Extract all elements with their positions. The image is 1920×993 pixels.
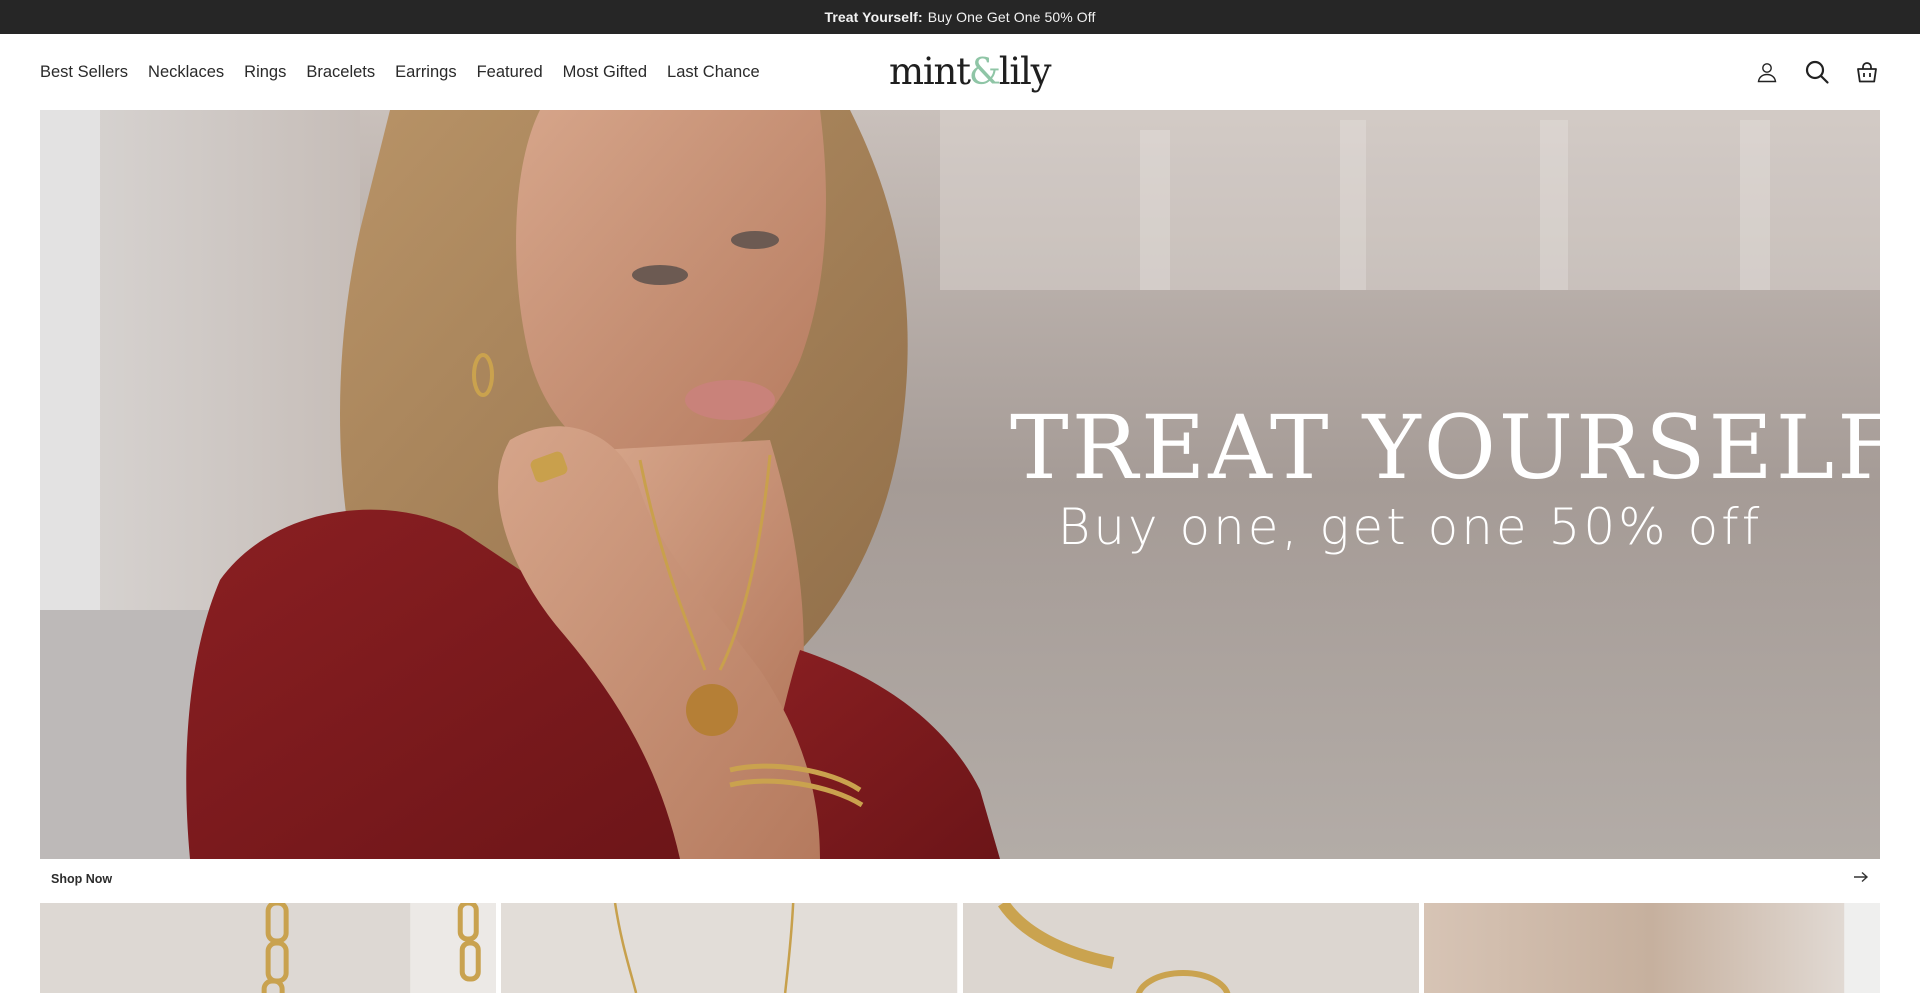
arrow-right-icon bbox=[1853, 870, 1869, 888]
nav-featured[interactable]: Featured bbox=[477, 63, 543, 82]
search-icon[interactable] bbox=[1804, 59, 1830, 85]
hero-banner[interactable]: TREAT YOURSELF Buy one, get one 50% off bbox=[40, 110, 1880, 859]
announcement-text: Buy One Get One 50% Off bbox=[927, 9, 1096, 25]
product-tiles bbox=[40, 903, 1880, 993]
header-icons bbox=[1754, 34, 1880, 110]
nav-earrings[interactable]: Earrings bbox=[395, 63, 456, 82]
nav-rings[interactable]: Rings bbox=[244, 63, 286, 82]
jewelry-photo bbox=[1423, 903, 1880, 993]
logo-right: lily bbox=[998, 50, 1052, 93]
hero-title: TREAT YOURSELF bbox=[1010, 396, 1880, 499]
nav-best-sellers[interactable]: Best Sellers bbox=[40, 63, 128, 82]
paperclip-chain-photo bbox=[40, 903, 497, 993]
cart-icon[interactable] bbox=[1854, 59, 1880, 85]
account-icon[interactable] bbox=[1754, 59, 1780, 85]
main-nav: Best Sellers Necklaces Rings Bracelets E… bbox=[40, 34, 780, 110]
nav-bracelets[interactable]: Bracelets bbox=[306, 63, 375, 82]
hero-subtitle: Buy one, get one 50% off bbox=[1057, 498, 1763, 556]
logo-ampersand: & bbox=[968, 52, 1001, 93]
site-header: Best Sellers Necklaces Rings Bracelets E… bbox=[0, 34, 1920, 110]
nav-most-gifted[interactable]: Most Gifted bbox=[563, 63, 647, 82]
site-logo[interactable]: mint&lily bbox=[889, 49, 1052, 95]
herringbone-chain-photo bbox=[962, 903, 1419, 993]
announcement-bold: Treat Yourself: bbox=[824, 9, 923, 25]
shop-now-label: Shop Now bbox=[51, 872, 113, 886]
announcement-bar: Treat Yourself: Buy One Get One 50% Off bbox=[0, 0, 1920, 34]
tile-paperclip-chain[interactable] bbox=[40, 903, 497, 993]
tile-herringbone-chain[interactable] bbox=[962, 903, 1419, 993]
nav-last-chance[interactable]: Last Chance bbox=[667, 63, 760, 82]
logo-left: mint bbox=[889, 50, 971, 93]
tile-jewelry[interactable] bbox=[1423, 903, 1880, 993]
tile-pendant-necklace[interactable] bbox=[501, 903, 958, 993]
shop-now-link[interactable]: Shop Now bbox=[40, 859, 1880, 899]
nav-necklaces[interactable]: Necklaces bbox=[148, 63, 224, 82]
pendant-necklace-photo bbox=[501, 903, 958, 993]
